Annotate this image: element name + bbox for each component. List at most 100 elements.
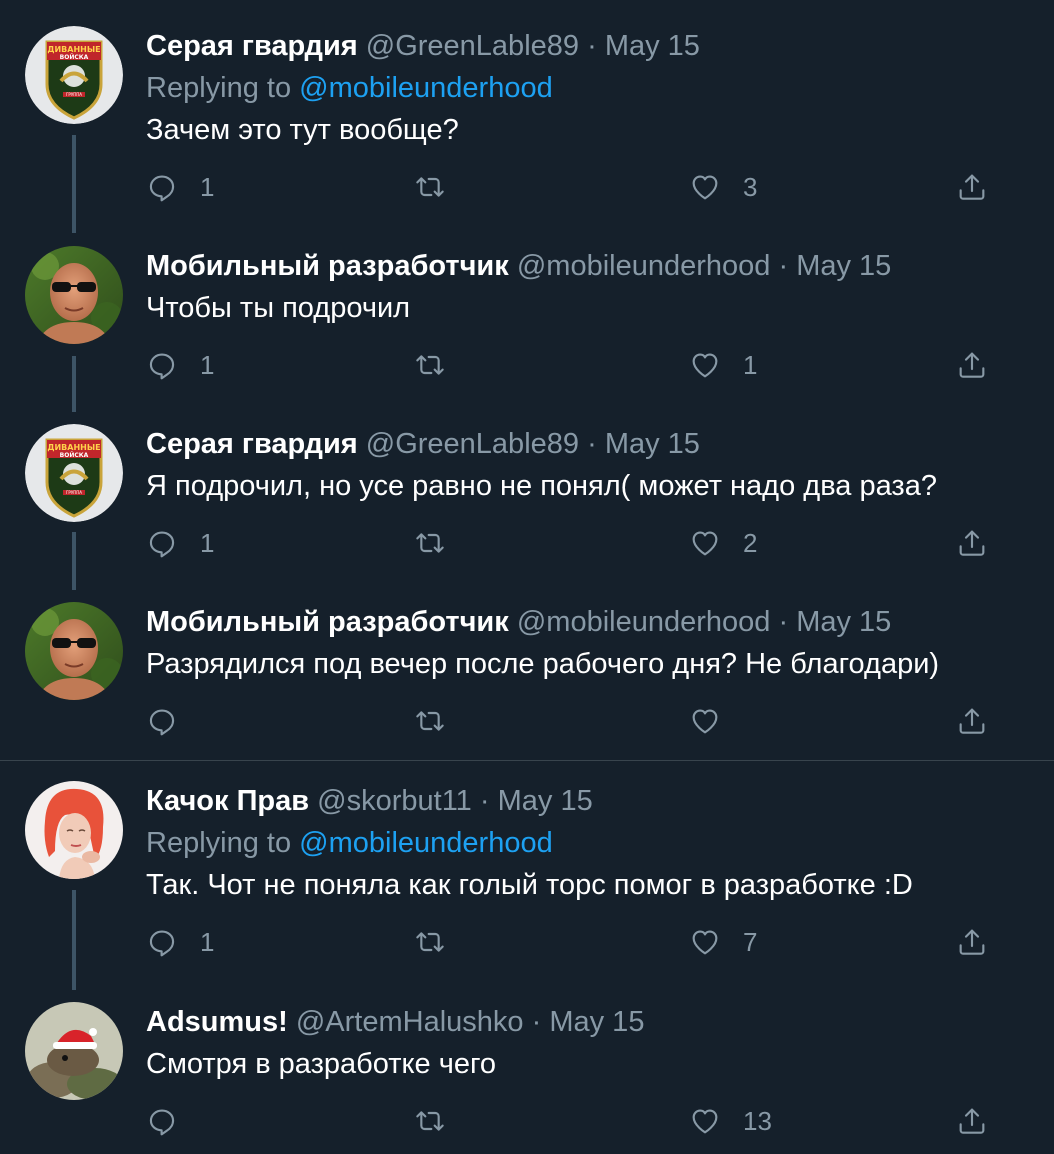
man-sunglasses-photo-icon xyxy=(25,602,123,700)
author-name[interactable]: Мобильный разработчик xyxy=(146,606,509,638)
retweet-button[interactable] xyxy=(414,701,468,741)
tweet-date[interactable]: May 15 xyxy=(605,30,700,62)
retweet-button[interactable] xyxy=(414,922,468,962)
share-icon xyxy=(956,171,988,203)
author-handle[interactable]: @skorbut11 xyxy=(317,785,472,817)
share-button[interactable] xyxy=(956,167,988,207)
like-icon xyxy=(689,527,721,559)
avatar[interactable]: ДИВАННЫЕ ВОЙСКА ГРУППА xyxy=(25,424,123,522)
author-name[interactable]: Серая гвардия xyxy=(146,428,358,460)
tweet-header: Adsumus! @ArtemHalushko · May 15 xyxy=(146,1005,1034,1039)
tweet-date[interactable]: May 15 xyxy=(498,785,593,817)
tweet[interactable]: Мобильный разработчик @mobileunderhood ·… xyxy=(0,230,1054,408)
author-handle[interactable]: @mobileunderhood xyxy=(517,606,771,638)
share-button[interactable] xyxy=(956,345,988,385)
tweet[interactable]: ДИВАННЫЕ ВОЙСКА ГРУППА Серая гвардия @Gr… xyxy=(0,408,1054,586)
reply-button[interactable]: 1 xyxy=(146,345,214,385)
author-name[interactable]: Серая гвардия xyxy=(146,30,358,62)
replying-to-link[interactable]: @mobileunderhood xyxy=(299,827,553,859)
replying-to-link[interactable]: @mobileunderhood xyxy=(299,72,553,104)
man-sunglasses-photo-icon xyxy=(25,246,123,344)
tweet-actions: 13 xyxy=(146,1101,1026,1141)
tweet[interactable]: ДИВАННЫЕ ВОЙСКА ГРУППА Серая гвардия @Gr… xyxy=(0,0,1054,230)
avatar[interactable] xyxy=(25,781,123,879)
author-handle[interactable]: @GreenLable89 xyxy=(366,428,579,460)
avatar[interactable]: ДИВАННЫЕ ВОЙСКА ГРУППА xyxy=(25,26,123,124)
reply-count: 1 xyxy=(200,926,215,957)
tweet-content: Мобильный разработчик @mobileunderhood ·… xyxy=(146,605,1034,681)
tweet-content: Мобильный разработчик @mobileunderhood ·… xyxy=(146,249,1034,325)
share-button[interactable] xyxy=(956,701,988,741)
share-icon xyxy=(956,926,988,958)
like-button[interactable]: 1 xyxy=(689,345,757,385)
reply-button[interactable]: 1 xyxy=(146,523,214,563)
tweet-actions: 1 3 xyxy=(146,167,1026,207)
tweet-header: Мобильный разработчик @mobileunderhood ·… xyxy=(146,605,1034,639)
retweet-icon xyxy=(414,926,446,958)
tweet[interactable]: Качок Прав @skorbut11 · May 15 Replying … xyxy=(0,761,1054,986)
share-button[interactable] xyxy=(956,1101,988,1141)
tweet-date[interactable]: May 15 xyxy=(796,606,891,638)
author-handle[interactable]: @mobileunderhood xyxy=(517,250,771,282)
tweet-header: Мобильный разработчик @mobileunderhood ·… xyxy=(146,249,1034,283)
retweet-button[interactable] xyxy=(414,167,468,207)
author-name[interactable]: Мобильный разработчик xyxy=(146,250,509,282)
retweet-icon xyxy=(414,1105,446,1137)
author-name[interactable]: Adsumus! xyxy=(146,1006,288,1038)
author-name[interactable]: Качок Прав xyxy=(146,785,309,817)
tweet-text: Чтобы ты подрочил xyxy=(146,292,411,324)
avatar[interactable] xyxy=(25,246,123,344)
share-icon xyxy=(956,705,988,737)
like-icon xyxy=(689,705,721,737)
like-button[interactable]: 13 xyxy=(689,1101,772,1141)
retweet-icon xyxy=(414,705,446,737)
replying-to-prefix: Replying to xyxy=(146,827,292,859)
avatar[interactable] xyxy=(25,1002,123,1100)
tweet-header: Качок Прав @skorbut11 · May 15 xyxy=(146,784,1034,818)
svg-text:ДИВАННЫЕ: ДИВАННЫЕ xyxy=(47,443,100,452)
separator-dot: · xyxy=(587,30,597,62)
author-handle[interactable]: @ArtemHalushko xyxy=(296,1006,524,1038)
tweet-date[interactable]: May 15 xyxy=(549,1006,644,1038)
like-button[interactable]: 3 xyxy=(689,167,757,207)
tweet-text: Так. Чот не поняла как голый торс помог … xyxy=(146,869,913,901)
reply-count: 1 xyxy=(200,349,215,380)
separator-dot: · xyxy=(778,606,789,638)
reply-count: 1 xyxy=(200,171,215,202)
tweet-text: Смотря в разработке чего xyxy=(146,1048,497,1080)
badge-logo-icon: ДИВАННЫЕ ВОЙСКА ГРУППА xyxy=(25,424,123,522)
share-icon xyxy=(956,349,988,381)
author-handle[interactable]: @GreenLable89 xyxy=(366,30,579,62)
reply-button[interactable] xyxy=(146,1101,200,1141)
retweet-button[interactable] xyxy=(414,1101,468,1141)
tweet[interactable]: Мобильный разработчик @mobileunderhood ·… xyxy=(0,586,1054,760)
like-button[interactable] xyxy=(689,701,743,741)
retweet-icon xyxy=(414,171,446,203)
tweet-text: Я подрочил, но усе равно не понял( может… xyxy=(146,470,937,502)
avatar[interactable] xyxy=(25,602,123,700)
retweet-button[interactable] xyxy=(414,345,468,385)
tweet-actions: 1 7 xyxy=(146,922,1026,962)
share-button[interactable] xyxy=(956,922,988,962)
retweet-icon xyxy=(414,349,446,381)
tweet-date[interactable]: May 15 xyxy=(796,250,891,282)
tweet-date[interactable]: May 15 xyxy=(605,428,700,460)
retweet-button[interactable] xyxy=(414,523,468,563)
tweet-actions: 1 2 xyxy=(146,523,1026,563)
reply-button[interactable]: 1 xyxy=(146,922,214,962)
like-icon xyxy=(689,171,721,203)
like-icon xyxy=(689,349,721,381)
reply-icon xyxy=(146,926,178,958)
share-icon xyxy=(956,1105,988,1137)
share-button[interactable] xyxy=(956,523,988,563)
reply-button[interactable]: 1 xyxy=(146,167,214,207)
like-icon xyxy=(689,1105,721,1137)
reply-icon xyxy=(146,171,178,203)
tweet-text: Зачем это тут вообще? xyxy=(146,114,459,146)
tweet[interactable]: Adsumus! @ArtemHalushko · May 15 Смотря … xyxy=(0,986,1054,1154)
like-count: 2 xyxy=(743,527,758,558)
reply-button[interactable] xyxy=(146,701,200,741)
reply-icon xyxy=(146,1105,178,1137)
like-button[interactable]: 2 xyxy=(689,523,757,563)
like-button[interactable]: 7 xyxy=(689,922,757,962)
